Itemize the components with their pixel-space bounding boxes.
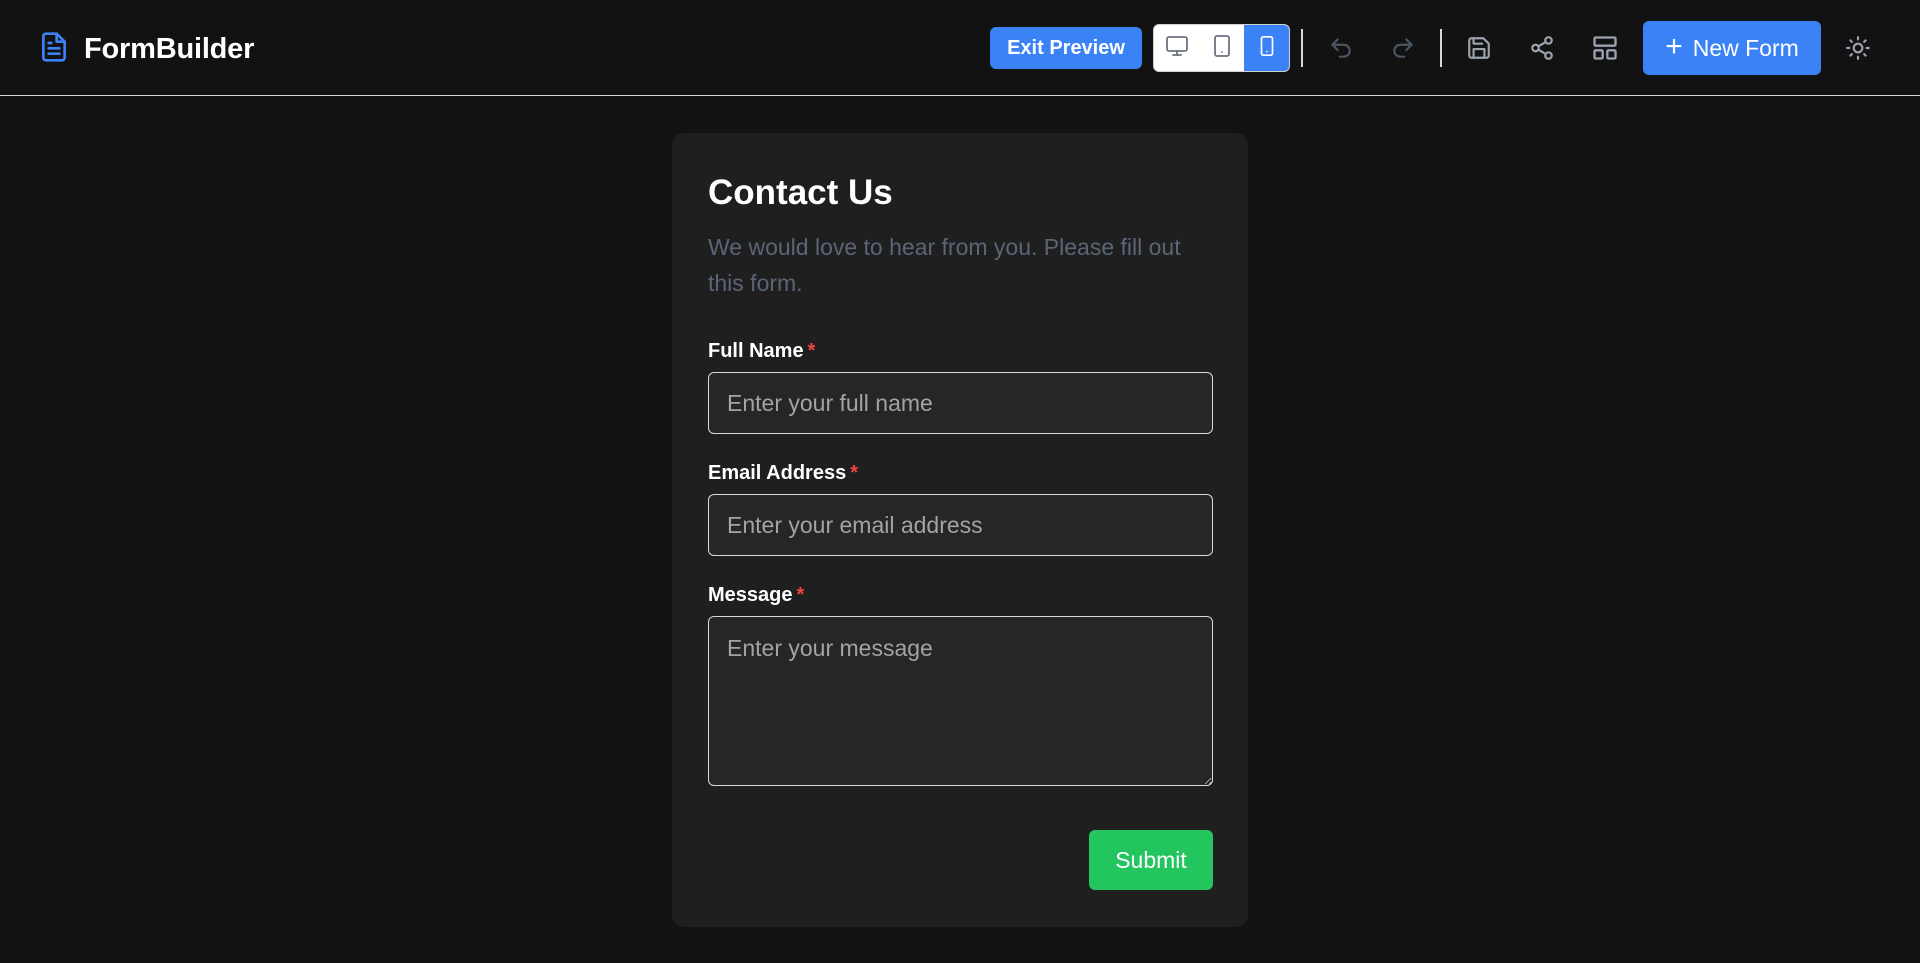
document-icon: [38, 28, 70, 71]
email-address-label: Email Address *: [708, 462, 858, 484]
monitor-icon: [1164, 34, 1190, 63]
new-form-label: New Form: [1692, 34, 1799, 61]
sun-icon[interactable]: [1840, 30, 1876, 66]
form-title: Contact Us: [708, 173, 893, 212]
full-name-label: Full Name *: [708, 340, 816, 362]
form-description: We would love to hear from you. Please f…: [708, 234, 1181, 296]
device-mode-toggle: [1153, 24, 1290, 72]
desktop-view-button[interactable]: [1154, 25, 1199, 71]
tablet-view-button[interactable]: [1199, 25, 1244, 71]
smartphone-icon: [1256, 32, 1278, 65]
message-label: Message *: [708, 584, 805, 606]
full-name-input[interactable]: [708, 372, 1213, 434]
tablet-icon: [1210, 32, 1234, 65]
required-marker: *: [850, 462, 858, 484]
new-form-button[interactable]: + New Form: [1643, 21, 1821, 75]
message-textarea[interactable]: [708, 616, 1213, 786]
redo-icon[interactable]: [1385, 30, 1421, 66]
undo-icon[interactable]: [1323, 30, 1359, 66]
toolbar-divider: [1440, 29, 1442, 67]
app-name: FormBuilder: [84, 32, 255, 65]
share-icon[interactable]: [1524, 30, 1560, 66]
form-preview-card: Contact Us We would love to hear from yo…: [672, 133, 1248, 927]
required-marker: *: [807, 340, 816, 362]
brand[interactable]: FormBuilder: [38, 28, 254, 70]
submit-button[interactable]: Submit: [1089, 830, 1213, 890]
top-navigation-bar: FormBuilder Exit Preview + New Form: [0, 0, 1920, 96]
required-marker: *: [796, 584, 805, 606]
save-icon[interactable]: [1461, 30, 1497, 66]
layout-icon[interactable]: [1587, 30, 1623, 66]
plus-icon: +: [1665, 29, 1683, 63]
email-address-input[interactable]: [708, 494, 1213, 556]
toolbar-divider: [1301, 29, 1303, 67]
exit-preview-button[interactable]: Exit Preview: [990, 27, 1142, 69]
mobile-view-button[interactable]: [1244, 25, 1289, 71]
